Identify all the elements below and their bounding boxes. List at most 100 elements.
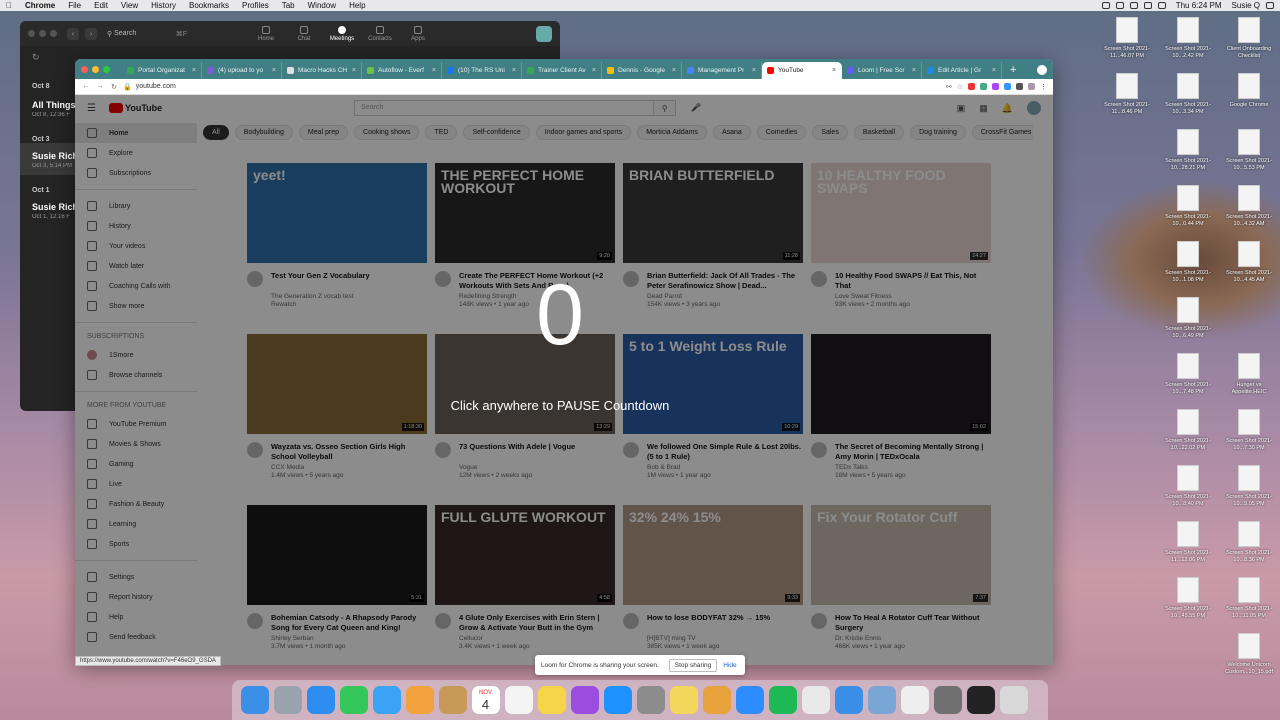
window-close-button[interactable] [28,30,35,37]
desktop-file-icon[interactable]: Screen Shot 2021-10...7.48 PM [1159,353,1217,395]
facetime-icon[interactable] [339,686,368,714]
trash-icon[interactable] [999,686,1028,714]
back-arrow-icon[interactable]: ← [81,83,91,90]
list-item[interactable]: Susie Richt Oct 1, 12:16 F [32,194,75,226]
close-tab-icon[interactable]: × [272,67,276,74]
desktop-file-icon[interactable]: Welcome Unicorn Custom...10_15.pdf [1220,633,1278,675]
desktop-file-icon[interactable]: Screen Shot 2021-11...8.46 PM [1098,73,1156,115]
countdown-message[interactable]: Click anywhere to PAUSE Countdown [0,398,1120,413]
calendar-icon[interactable]: NOV 4 [471,686,500,714]
desktop-file-icon[interactable]: Screen Shot 2021-10...6.49 PM [1159,297,1217,339]
close-tab-icon[interactable]: × [912,67,916,74]
loom-countdown-dim[interactable] [75,95,1053,665]
stop-sharing-button[interactable]: Stop sharing [668,658,718,672]
desktop-file-icon[interactable]: Screen Shot 2021-10...0.44 PM [1159,185,1217,227]
new-tab-button[interactable]: + [1002,62,1024,79]
stickies-icon[interactable] [669,686,698,714]
desktop-file-icon[interactable]: Screen Shot 2021-10...45.55 PM [1159,577,1217,619]
photos-icon[interactable] [405,686,434,714]
preview-icon[interactable] [867,686,896,714]
quicktime-icon[interactable] [834,686,863,714]
desktop-file-icon[interactable]: Screen Shot 2021-10...4.45 AM [1220,241,1278,283]
chrome-icon[interactable] [801,686,830,714]
extension-icon[interactable] [1004,83,1011,90]
desktop-file-icon[interactable]: Screen Shot 2021-10...3.34 PM [1159,73,1217,115]
keynote-icon[interactable] [702,686,731,714]
zoom-tab-contacts[interactable]: Contacts [362,25,398,42]
desktop-file-icon[interactable]: Screen Shot 2021-10...28.21 PM [1159,129,1217,171]
status-item-icon[interactable] [1115,2,1124,9]
notebook-icon[interactable] [438,686,467,714]
browser-tab[interactable]: Management Pr × [682,62,762,79]
menu-edit[interactable]: Edit [94,1,108,10]
puzzle-icon[interactable] [1016,83,1023,90]
close-tab-icon[interactable]: × [752,67,756,74]
zoom-search[interactable]: ⚲ Search ⌘F [107,30,187,38]
browser-tab[interactable]: Dennis - Google × [602,62,682,79]
extension-icon[interactable] [968,83,975,90]
zoom-icon[interactable] [735,686,764,714]
status-item-icon[interactable] [1129,2,1138,9]
browser-tab[interactable]: Trainer Client Av × [522,62,602,79]
forward-arrow-icon[interactable]: › [85,27,97,40]
close-tab-icon[interactable]: × [512,67,516,74]
window-close-button[interactable] [81,65,88,73]
desktop-file-icon[interactable]: Screen Shot 2021-11...46.07 PM [1098,17,1156,59]
finder-icon[interactable] [240,686,269,714]
menu-view[interactable]: View [121,1,138,10]
browser-tab[interactable]: (4) upload to yo × [202,62,282,79]
window-zoom-button[interactable] [103,65,110,73]
extension-icon[interactable] [980,83,987,90]
browser-tab[interactable]: Edit Article | Gr × [922,62,1002,79]
spotify-icon[interactable] [768,686,797,714]
tab-search-icon[interactable] [1037,65,1047,75]
safari-icon[interactable] [306,686,335,714]
menubar-user[interactable]: Susie Q [1232,1,1260,10]
desktop-file-icon[interactable]: Screen Shot 2021-10...8.40 PM [1159,465,1217,507]
system-preferences-icon[interactable] [636,686,665,714]
browser-tab[interactable]: Autoflow - Everf × [362,62,442,79]
close-tab-icon[interactable]: × [832,67,836,74]
desktop-file-icon[interactable]: Screen Shot 2021-10...4.32 AM [1220,185,1278,227]
key-icon[interactable]: ⚯ [946,83,952,91]
appstore-icon[interactable] [603,686,632,714]
address-bar[interactable]: youtube.com [136,83,946,90]
browser-tab[interactable]: Portal Organizat × [122,62,202,79]
avatar[interactable] [536,25,552,42]
menu-app-name[interactable]: Chrome [25,1,55,10]
zoom-tab-apps[interactable]: Apps [400,25,436,42]
desktop-file-icon[interactable]: Screen Shot 2021-10...2.42 PM [1159,17,1217,59]
desktop-file-icon[interactable]: Screen Shot 2021-10...22.02 PM [1159,409,1217,451]
menu-window[interactable]: Window [308,1,336,10]
apple-menu-icon[interactable]:  [6,1,12,10]
zoom-tab-meetings[interactable]: Meetings [324,25,360,42]
bookmark-star-icon[interactable]: ☆ [957,83,963,91]
browser-tab[interactable]: (10) The RS Uni × [442,62,522,79]
window-zoom-button[interactable] [50,30,57,37]
messages-icon[interactable] [372,686,401,714]
desktop-file-icon[interactable]: Screen Shot 2021-10...11.05 PM [1220,577,1278,619]
menu-help[interactable]: Help [349,1,365,10]
desktop-file-icon[interactable]: Screen Shot 2021-10...7.30 PM [1220,409,1278,451]
window-minimize-button[interactable] [39,30,46,37]
desktop-file-icon[interactable]: Hunger vs Appetite.HEIC [1220,353,1278,395]
desktop-file-icon[interactable]: Google Chrome [1220,73,1278,109]
close-tab-icon[interactable]: × [192,67,196,74]
launchpad-icon[interactable] [273,686,302,714]
browser-tab[interactable]: YouTube × [762,62,842,79]
textedit-icon[interactable] [900,686,929,714]
desktop-file-icon[interactable]: Screen Shot 2021-10...1.08 PM [1159,241,1217,283]
status-item-icon[interactable] [1101,2,1110,9]
list-item[interactable]: Susie Richt Oct 3, 5:14 PM [20,143,75,175]
wifi-icon[interactable] [1143,2,1152,9]
menu-tab[interactable]: Tab [282,1,295,10]
zoom-tab-chat[interactable]: Chat [286,25,322,42]
more-menu-icon[interactable]: ⋮ [1040,83,1047,91]
notes-icon[interactable] [537,686,566,714]
close-tab-icon[interactable]: × [592,67,596,74]
window-minimize-button[interactable] [92,65,99,73]
desktop-file-icon[interactable]: Screen Shot 2021-10...9.05 PM [1220,465,1278,507]
desktop-file-icon[interactable]: Client Onboarding Checklist [1220,17,1278,59]
close-tab-icon[interactable]: × [672,67,676,74]
list-item[interactable]: All Things I Oct 8, 12:36 F [32,90,75,124]
